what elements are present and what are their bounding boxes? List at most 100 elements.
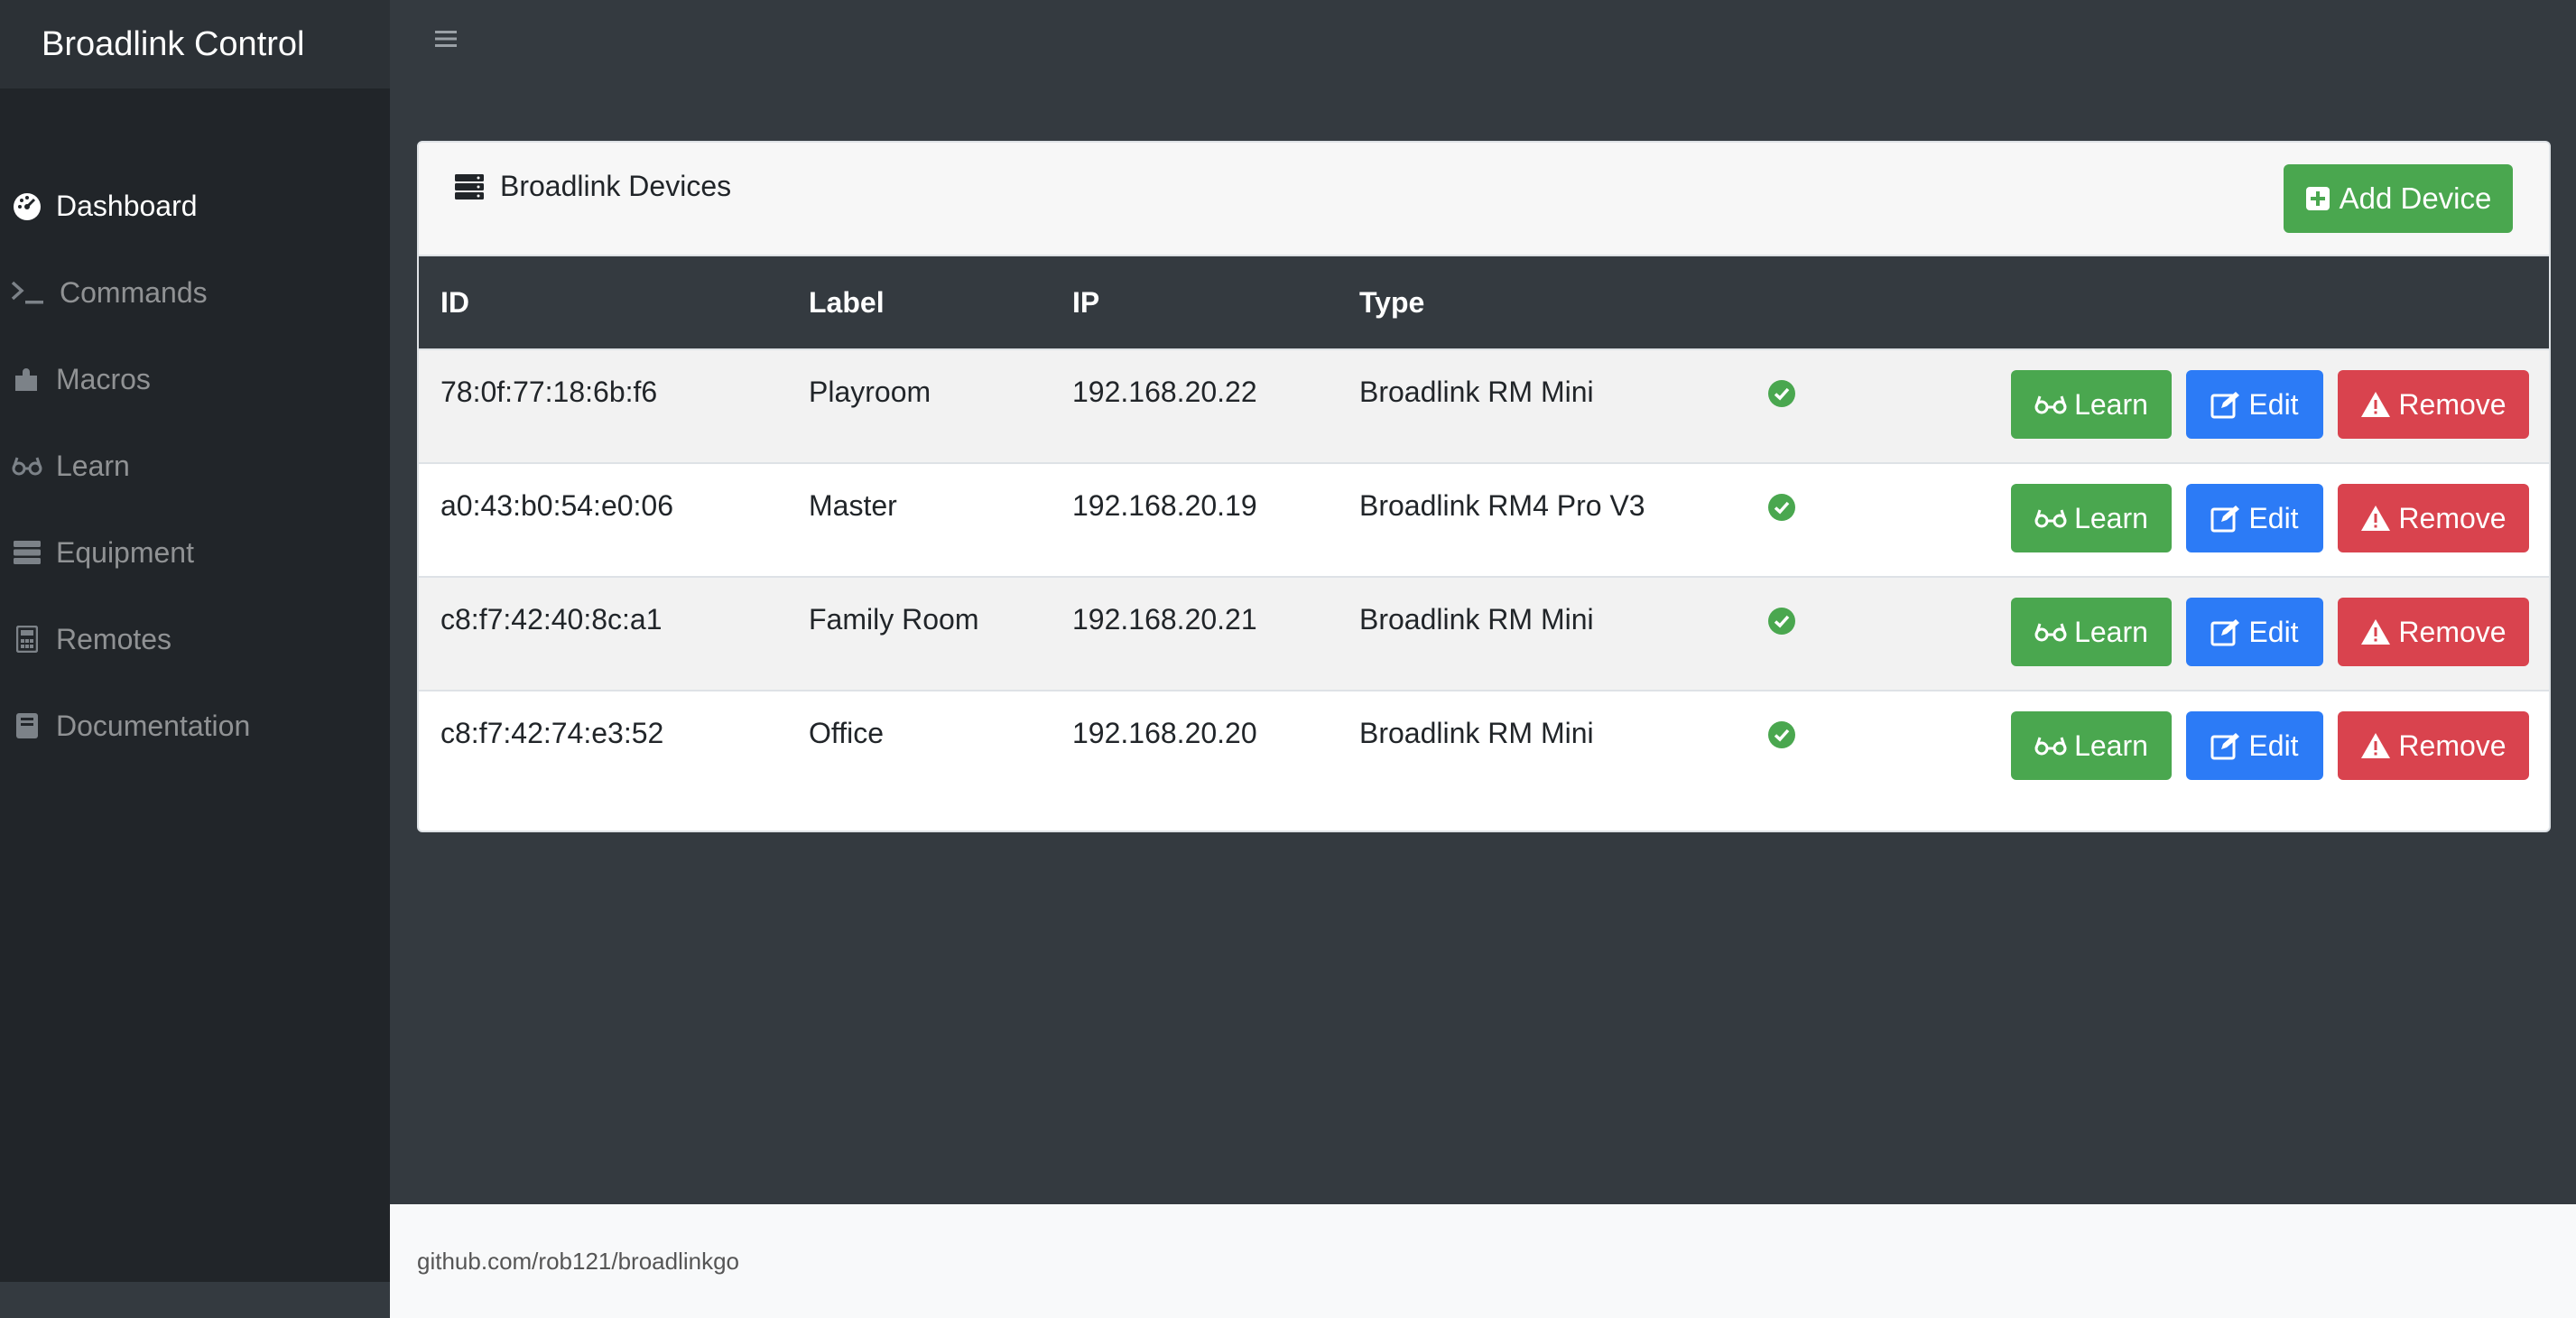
edit-icon xyxy=(2210,617,2241,646)
check-circle-icon xyxy=(1767,379,1796,408)
edit-label: Edit xyxy=(2248,387,2299,421)
card-title: Broadlink Devices xyxy=(455,170,731,203)
sidebar-item-label: Remotes xyxy=(56,622,172,655)
row-actions: Learn Edit Remove xyxy=(2011,711,2529,780)
device-type: Broadlink RM Mini xyxy=(1359,603,1594,636)
column-header-label: Label xyxy=(809,285,885,319)
add-device-button[interactable]: Add Device xyxy=(2284,164,2513,233)
sidebar-item-label: Macros xyxy=(56,362,151,395)
sidebar-item-label: Learn xyxy=(56,449,130,482)
learn-label: Learn xyxy=(2074,387,2148,421)
device-label: Master xyxy=(809,489,897,522)
check-circle-icon xyxy=(1767,607,1796,636)
glasses-icon xyxy=(2034,394,2067,415)
remove-button[interactable]: Remove xyxy=(2338,598,2529,666)
learn-button[interactable]: Learn xyxy=(2011,484,2172,552)
device-id: 78:0f:77:18:6b:f6 xyxy=(440,376,658,408)
learn-button[interactable]: Learn xyxy=(2011,370,2172,439)
remove-label: Remove xyxy=(2398,615,2507,648)
remove-label: Remove xyxy=(2398,501,2507,534)
warning-icon xyxy=(2360,732,2391,759)
sidebar-toggle-button[interactable] xyxy=(431,23,460,54)
row-actions: Learn Edit Remove xyxy=(2011,598,2529,666)
learn-button[interactable]: Learn xyxy=(2011,598,2172,666)
terminal-icon xyxy=(11,276,47,309)
edit-button[interactable]: Edit xyxy=(2186,598,2323,666)
sidebar-item-dashboard[interactable]: Dashboard xyxy=(0,162,390,249)
device-type: Broadlink RM4 Pro V3 xyxy=(1359,489,1645,522)
row-actions: Learn Edit Remove xyxy=(2011,370,2529,439)
edit-icon xyxy=(2210,731,2241,760)
devices-card: Broadlink Devices Add Device ID Label IP… xyxy=(417,141,2551,832)
device-type: Broadlink RM Mini xyxy=(1359,376,1594,408)
table-row: c8:f7:42:74:e3:52 Office 192.168.20.20 B… xyxy=(419,690,2549,803)
device-id: c8:f7:42:74:e3:52 xyxy=(440,717,664,749)
server-icon xyxy=(455,173,484,200)
device-ip: 192.168.20.20 xyxy=(1072,717,1257,749)
app-brand[interactable]: Broadlink Control xyxy=(0,0,390,88)
sidebar: Dashboard Commands Macros Learn Equipmen… xyxy=(0,88,390,1318)
warning-icon xyxy=(2360,391,2391,418)
edit-label: Edit xyxy=(2248,615,2299,648)
learn-button[interactable]: Learn xyxy=(2011,711,2172,780)
sidebar-item-label: Documentation xyxy=(56,709,251,742)
glasses-icon xyxy=(2034,735,2067,756)
remove-button[interactable]: Remove xyxy=(2338,711,2529,780)
warning-icon xyxy=(2360,618,2391,645)
card-header: Broadlink Devices Add Device xyxy=(419,143,2549,256)
edit-label: Edit xyxy=(2248,729,2299,762)
book-icon xyxy=(11,710,43,742)
device-label: Family Room xyxy=(809,603,979,636)
device-label: Playroom xyxy=(809,376,931,408)
glasses-icon xyxy=(2034,507,2067,529)
learn-label: Learn xyxy=(2074,501,2148,534)
edit-icon xyxy=(2210,390,2241,419)
edit-button[interactable]: Edit xyxy=(2186,370,2323,439)
remove-button[interactable]: Remove xyxy=(2338,370,2529,439)
row-actions: Learn Edit Remove xyxy=(2011,484,2529,552)
puzzle-icon xyxy=(11,363,43,395)
device-id: a0:43:b0:54:e0:06 xyxy=(440,489,674,522)
sidebar-footer xyxy=(0,1282,390,1318)
device-ip: 192.168.20.21 xyxy=(1072,603,1257,636)
device-ip: 192.168.20.22 xyxy=(1072,376,1257,408)
footer-link[interactable]: github.com/rob121/broadlinkgo xyxy=(417,1248,739,1276)
glasses-icon xyxy=(11,450,43,482)
sidebar-item-label: Dashboard xyxy=(56,189,198,222)
table-row: 78:0f:77:18:6b:f6 Playroom 192.168.20.22… xyxy=(419,348,2549,462)
edit-button[interactable]: Edit xyxy=(2186,484,2323,552)
sidebar-item-equipment[interactable]: Equipment xyxy=(0,509,390,596)
edit-icon xyxy=(2210,504,2241,533)
device-ip: 192.168.20.19 xyxy=(1072,489,1257,522)
speedometer-icon xyxy=(11,190,43,222)
edit-button[interactable]: Edit xyxy=(2186,711,2323,780)
check-circle-icon xyxy=(1767,493,1796,522)
app-title: Broadlink Control xyxy=(42,24,305,63)
device-type: Broadlink RM Mini xyxy=(1359,717,1594,749)
sidebar-item-macros[interactable]: Macros xyxy=(0,336,390,422)
sidebar-item-commands[interactable]: Commands xyxy=(0,249,390,336)
learn-label: Learn xyxy=(2074,615,2148,648)
sidebar-item-learn[interactable]: Learn xyxy=(0,422,390,509)
column-header-type: Type xyxy=(1359,285,1425,319)
remove-button[interactable]: Remove xyxy=(2338,484,2529,552)
device-label: Office xyxy=(809,717,884,749)
server-icon xyxy=(11,536,43,569)
column-header-ip: IP xyxy=(1072,285,1100,319)
plus-square-icon xyxy=(2305,186,2330,211)
table-header: ID Label IP Type xyxy=(419,256,2549,348)
glasses-icon xyxy=(2034,621,2067,643)
learn-label: Learn xyxy=(2074,729,2148,762)
sidebar-item-remotes[interactable]: Remotes xyxy=(0,596,390,682)
add-device-label: Add Device xyxy=(2339,181,2492,215)
remove-label: Remove xyxy=(2398,387,2507,421)
calculator-icon xyxy=(11,623,43,655)
table-row: a0:43:b0:54:e0:06 Master 192.168.20.19 B… xyxy=(419,462,2549,576)
column-header-id: ID xyxy=(440,285,469,319)
warning-icon xyxy=(2360,505,2391,532)
check-circle-icon xyxy=(1767,720,1796,749)
sidebar-item-documentation[interactable]: Documentation xyxy=(0,682,390,769)
page-footer: github.com/rob121/broadlinkgo xyxy=(390,1204,2576,1318)
device-id: c8:f7:42:40:8c:a1 xyxy=(440,603,663,636)
sidebar-item-label: Equipment xyxy=(56,535,194,569)
